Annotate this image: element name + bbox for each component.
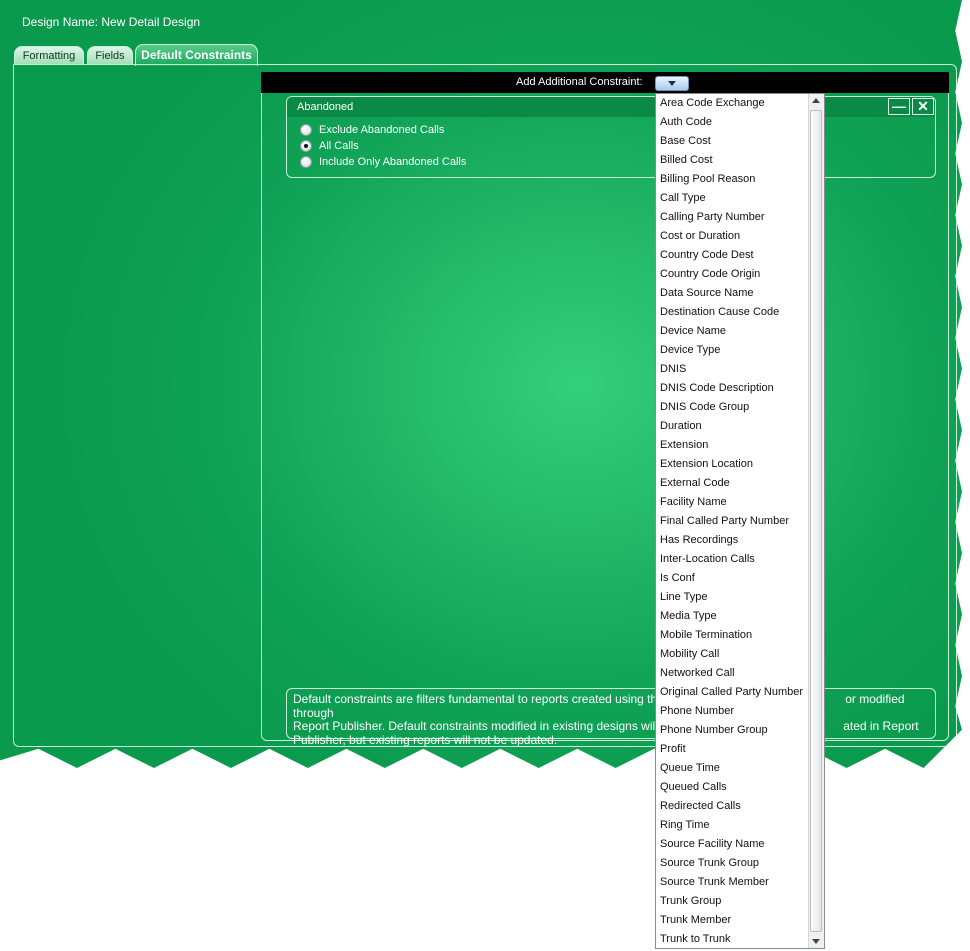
list-item[interactable]: Data Source Name	[656, 284, 809, 303]
list-item[interactable]: Billed Cost	[656, 151, 809, 170]
add-constraint-label: Add Additional Constraint:	[516, 76, 643, 88]
list-item[interactable]: Facility Name	[656, 493, 809, 512]
radio-button[interactable]	[300, 156, 312, 168]
list-item[interactable]: DNIS	[656, 360, 809, 379]
list-item[interactable]: Queue Time	[656, 759, 809, 778]
list-item[interactable]: Destination Cause Code	[656, 303, 809, 322]
list-item[interactable]: Mobility Call	[656, 645, 809, 664]
radio-all-calls[interactable]: All Calls	[300, 138, 359, 154]
info-text-line: Default constraints are filters fundamen…	[293, 692, 658, 706]
list-item[interactable]: Device Name	[656, 322, 809, 341]
list-item[interactable]: Has Recordings	[656, 531, 809, 550]
options-container: Area Code Exchange Auth Code Base Cost Bill…	[656, 94, 809, 949]
minimize-icon: —	[892, 98, 906, 114]
info-text-box: Default constraints are filters fundamen…	[286, 688, 936, 746]
info-text-line: ated in Report	[843, 719, 919, 733]
chevron-down-icon	[668, 81, 676, 86]
list-item[interactable]: DNIS Code Group	[656, 398, 809, 417]
list-item[interactable]: Trunk Group	[656, 892, 809, 911]
scroll-up-icon[interactable]	[812, 98, 820, 103]
scroll-down-icon[interactable]	[812, 939, 820, 944]
list-item[interactable]: Profit	[656, 740, 809, 759]
list-item[interactable]: Area Code Exchange	[656, 94, 809, 113]
radio-exclude-abandoned[interactable]: Exclude Abandoned Calls	[300, 122, 444, 138]
tab-default-constraints[interactable]: Default Constraints	[135, 44, 258, 66]
list-item[interactable]: DNIS Code Description	[656, 379, 809, 398]
list-item[interactable]: Phone Number	[656, 702, 809, 721]
radio-button-selected[interactable]	[300, 140, 312, 152]
tab-fields[interactable]: Fields	[87, 46, 133, 65]
list-item[interactable]: Billing Pool Reason	[656, 170, 809, 189]
list-item[interactable]: Line Type	[656, 588, 809, 607]
list-item[interactable]: Country Code Dest	[656, 246, 809, 265]
list-item[interactable]: Cost or Duration	[656, 227, 809, 246]
list-item[interactable]: Auth Code	[656, 113, 809, 132]
list-item[interactable]: Source Facility Name	[656, 835, 809, 854]
info-text-line: Publisher, but existing reports will not…	[293, 732, 558, 747]
list-item[interactable]: Queued Calls	[656, 778, 809, 797]
design-name-label: Design Name: New Detail Design	[22, 15, 201, 29]
list-item[interactable]: Is Conf	[656, 569, 809, 588]
list-item[interactable]: Source Trunk Group	[656, 854, 809, 873]
list-item[interactable]: Trunk to Trunk	[656, 930, 809, 949]
list-item[interactable]: Mobile Termination	[656, 626, 809, 645]
constraint-options-list[interactable]: Area Code Exchange Auth Code Base Cost Bill…	[655, 93, 825, 949]
radio-include-only-abandoned[interactable]: Include Only Abandoned Calls	[300, 154, 466, 170]
list-item[interactable]: Call Type	[656, 189, 809, 208]
list-scrollbar[interactable]	[808, 94, 824, 948]
radio-button[interactable]	[300, 124, 312, 136]
close-button[interactable]: ✕	[912, 98, 934, 115]
list-item[interactable]: Device Type	[656, 341, 809, 360]
list-item[interactable]: Redirected Calls	[656, 797, 809, 816]
list-item[interactable]: Final Called Party Number	[656, 512, 809, 531]
list-item[interactable]: Phone Number Group	[656, 721, 809, 740]
close-icon: ✕	[917, 98, 929, 114]
abandoned-panel-header	[287, 97, 935, 117]
list-item[interactable]: Country Code Origin	[656, 265, 809, 284]
info-text-line: Report Publisher. Default constraints mo…	[293, 719, 656, 733]
list-item[interactable]: External Code	[656, 474, 809, 493]
list-item[interactable]: Ring Time	[656, 816, 809, 835]
list-item[interactable]: Extension	[656, 436, 809, 455]
list-item[interactable]: Duration	[656, 417, 809, 436]
list-item[interactable]: Original Called Party Number	[656, 683, 809, 702]
list-item[interactable]: Media Type	[656, 607, 809, 626]
abandoned-panel-title: Abandoned	[297, 101, 354, 113]
scroll-thumb[interactable]	[810, 110, 822, 932]
list-item[interactable]: Base Cost	[656, 132, 809, 151]
radio-label: Include Only Abandoned Calls	[319, 156, 467, 168]
list-item[interactable]: Source Trunk Member	[656, 873, 809, 892]
list-item[interactable]: Extension Location	[656, 455, 809, 474]
add-constraint-dropdown[interactable]	[655, 76, 689, 91]
list-item[interactable]: Networked Call	[656, 664, 809, 683]
list-item[interactable]: Trunk Member	[656, 911, 809, 930]
list-item[interactable]: Inter-Location Calls	[656, 550, 809, 569]
radio-label: Exclude Abandoned Calls	[319, 124, 445, 136]
tab-formatting[interactable]: Formatting	[14, 46, 84, 65]
minimize-button[interactable]: —	[888, 98, 910, 115]
radio-label: All Calls	[319, 140, 359, 152]
list-item[interactable]: Calling Party Number	[656, 208, 809, 227]
